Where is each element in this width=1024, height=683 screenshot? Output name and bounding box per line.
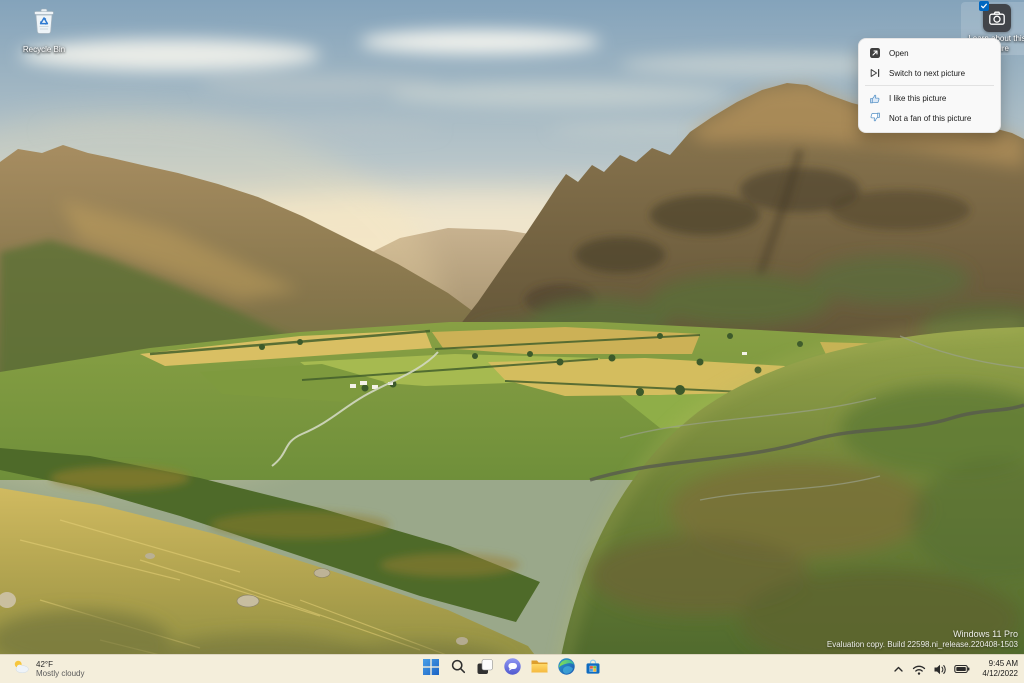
clock-time: 9:45 AM bbox=[982, 659, 1018, 669]
desktop-icon-recycle-bin[interactable]: Recycle Bin bbox=[8, 6, 80, 55]
menu-item-label: Switch to next picture bbox=[889, 69, 965, 78]
taskbar: 42°F Mostly cloudy bbox=[0, 654, 1024, 683]
menu-item-switch-next-picture[interactable]: Switch to next picture bbox=[863, 63, 996, 83]
selected-check-icon bbox=[979, 1, 989, 11]
recycle-bin-icon bbox=[29, 6, 59, 43]
chat-button[interactable] bbox=[500, 657, 524, 681]
watermark-build: Evaluation copy. Build 22598.ni_release.… bbox=[827, 640, 1018, 650]
widgets-weather-button[interactable]: 42°F Mostly cloudy bbox=[0, 655, 96, 683]
menu-item-not-fan-picture[interactable]: Not a fan of this picture bbox=[863, 108, 996, 128]
partly-cloudy-icon bbox=[12, 658, 30, 681]
tray-chevron-up-icon[interactable] bbox=[892, 663, 905, 676]
edge-button[interactable] bbox=[554, 657, 578, 681]
spotlight-camera-icon bbox=[983, 4, 1011, 32]
start-button[interactable] bbox=[419, 657, 443, 681]
menu-item-label: Not a fan of this picture bbox=[889, 114, 971, 123]
menu-item-label: I like this picture bbox=[889, 94, 946, 103]
thumbs-up-icon bbox=[869, 92, 881, 104]
search-icon bbox=[451, 659, 466, 679]
clock[interactable]: 9:45 AM 4/12/2022 bbox=[982, 659, 1018, 679]
evaluation-watermark: Windows 11 Pro Evaluation copy. Build 22… bbox=[827, 629, 1018, 650]
menu-item-open[interactable]: Open bbox=[863, 43, 996, 63]
wifi-icon[interactable] bbox=[912, 663, 926, 676]
watermark-edition: Windows 11 Pro bbox=[827, 629, 1018, 640]
file-explorer-icon bbox=[531, 659, 548, 679]
volume-icon[interactable] bbox=[933, 663, 947, 676]
store-button[interactable] bbox=[581, 657, 605, 681]
spotlight-context-menu: Open Switch to next picture I like this … bbox=[858, 38, 1001, 133]
task-view-icon bbox=[477, 659, 493, 680]
start-icon bbox=[423, 659, 439, 680]
open-window-icon bbox=[869, 47, 881, 59]
clock-date: 4/12/2022 bbox=[982, 669, 1018, 679]
weather-temperature: 42°F bbox=[36, 660, 84, 670]
search-button[interactable] bbox=[446, 657, 470, 681]
battery-icon[interactable] bbox=[954, 663, 970, 675]
edge-icon bbox=[558, 658, 575, 680]
menu-item-label: Open bbox=[889, 49, 909, 58]
chat-icon bbox=[504, 658, 521, 680]
menu-separator bbox=[865, 85, 994, 86]
recycle-bin-label: Recycle Bin bbox=[23, 45, 65, 55]
menu-item-like-picture[interactable]: I like this picture bbox=[863, 88, 996, 108]
task-view-button[interactable] bbox=[473, 657, 497, 681]
skip-next-icon bbox=[869, 67, 881, 79]
store-icon bbox=[585, 659, 601, 680]
file-explorer-button[interactable] bbox=[527, 657, 551, 681]
thumbs-down-icon bbox=[869, 112, 881, 124]
weather-condition: Mostly cloudy bbox=[36, 669, 84, 679]
